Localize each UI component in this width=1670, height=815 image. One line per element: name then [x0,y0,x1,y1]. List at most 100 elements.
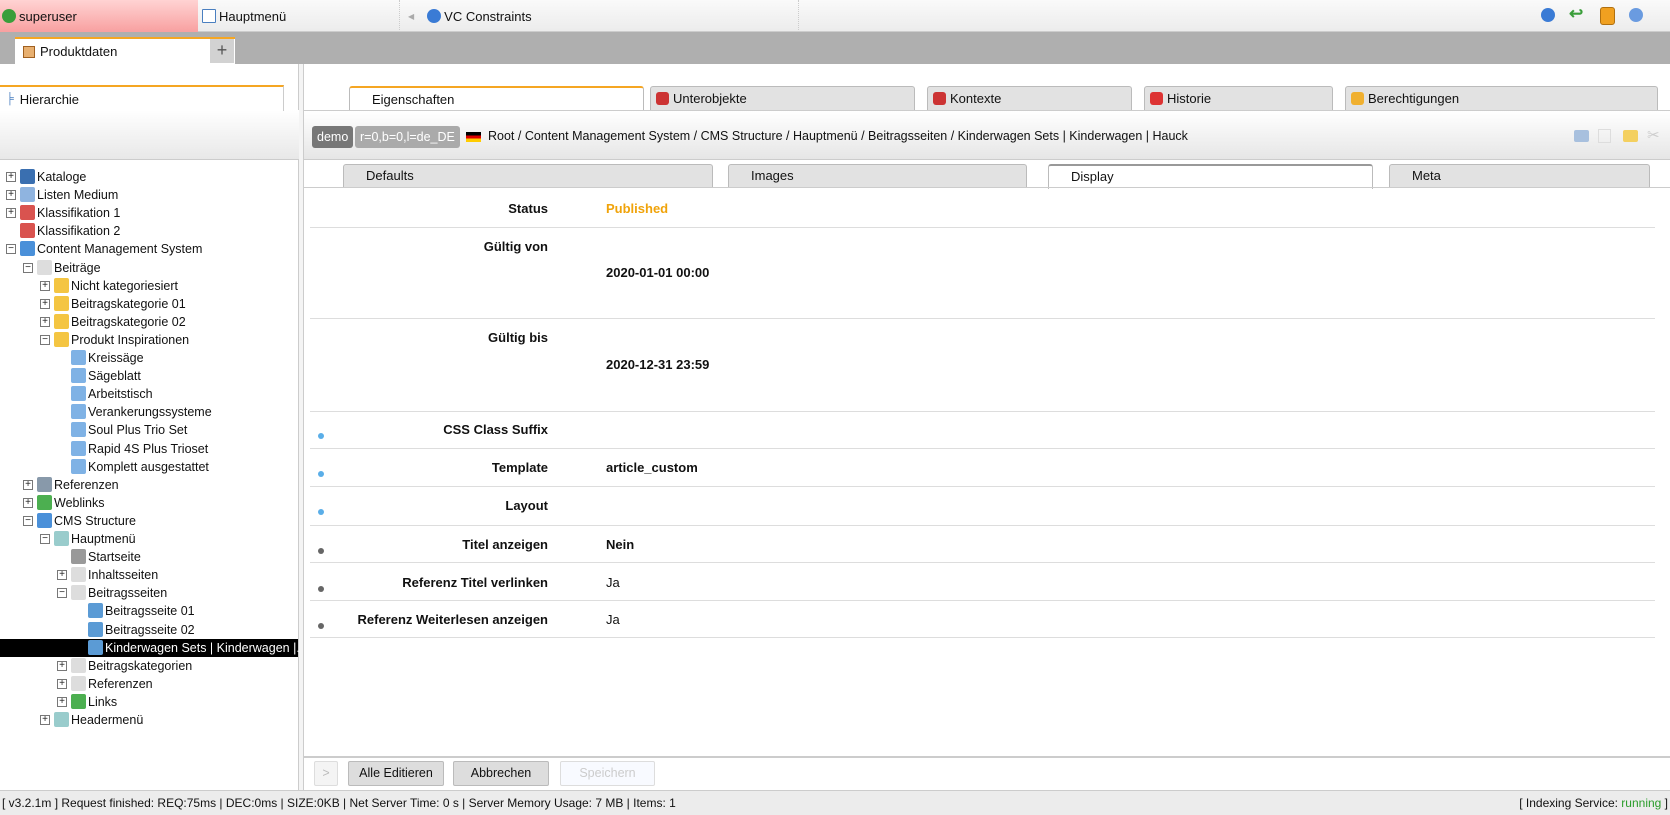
expand-icon[interactable]: + [40,316,50,327]
tab-label: Historie [1167,91,1212,106]
tab-historie[interactable]: Historie [1144,86,1333,110]
tree-item[interactable]: + Referenzen [0,675,298,693]
tree-item-label: Soul Plus Trio Set [88,423,188,438]
tree-item[interactable]: Startseite [0,548,298,566]
expand-icon[interactable]: + [57,696,67,707]
vc-constraints[interactable]: ◀ VC Constraints [399,0,799,32]
add-folder-icon[interactable] [1623,130,1638,142]
tab-produktdaten[interactable]: Produktdaten [15,37,235,64]
hierarchy-label: Hierarchie [19,91,80,107]
tree-item[interactable]: Sägeblatt [0,367,298,385]
tree-item[interactable]: + Listen Medium [0,186,298,204]
field-row: Status Published [310,188,1655,228]
expand-icon[interactable]: + [6,172,16,182]
tree-item[interactable]: − Content Management System [0,240,298,258]
tree-item[interactable]: + Kataloge [0,168,298,186]
cut-icon[interactable]: ✂ [1647,126,1660,144]
tree-item[interactable]: + Klassifikation 1 [0,204,298,222]
tree-item-label: Arbeitstisch [88,387,153,402]
expand-icon[interactable]: + [40,715,50,725]
collapse-icon[interactable]: − [40,334,50,345]
tab-hierarchie[interactable]: ╞ Hierarchie [0,85,284,111]
expand-icon[interactable]: + [23,497,33,508]
field-value: 2020-01-01 00:00 [606,265,710,280]
info-icon[interactable] [1629,8,1643,22]
indexing-label: [ Indexing Service: [1519,796,1622,810]
panel-splitter[interactable] [299,64,304,790]
folder-icon [54,295,69,311]
next-button[interactable]: > [314,761,338,786]
subtab-meta[interactable]: Meta [1389,164,1650,188]
page-icon [71,675,86,691]
tree-item[interactable]: + Beitragskategorie 02 [0,313,298,331]
expand-icon[interactable]: + [57,570,67,581]
add-tab-button[interactable]: + [210,39,234,63]
save-button[interactable]: Speichern [560,761,655,786]
user-menu[interactable]: superuser [0,0,198,32]
edit-all-button[interactable]: Alle Editieren [348,761,444,786]
collapse-icon[interactable]: − [57,588,67,599]
tree-item[interactable]: − Beitragsseiten [0,584,298,602]
tree-item[interactable]: + Weblinks [0,494,298,512]
tree-item[interactable]: Kreissäge [0,349,298,367]
context-badge: r=0,b=0,l=de_DE [355,126,460,148]
tree-item[interactable]: Kinderwagen Sets | Kinderwagen |... [0,638,307,657]
copy-icon[interactable] [1598,129,1611,143]
tree-item[interactable]: + Headermenü [0,711,298,729]
tree-item[interactable]: Beitragsseite 02 [0,621,298,639]
add-keyboard-icon[interactable] [1574,130,1589,142]
tree-item[interactable]: − CMS Structure [0,512,298,530]
subtab-display[interactable]: Display [1048,164,1373,189]
tab-kontexte[interactable]: Kontexte [927,86,1132,110]
workspace-tab-bar [0,32,1670,64]
tree-item-label: Kinderwagen Sets | Kinderwagen |... [105,640,307,655]
tree-item[interactable]: Beitragsseite 01 [0,602,298,620]
tree-item[interactable]: + Nicht kategoriesiert [0,277,298,295]
expand-icon[interactable]: + [23,479,33,490]
tree-item[interactable]: − Beiträge [0,259,298,277]
tree-item[interactable]: − Hauptmenü [0,530,298,548]
tree-item[interactable]: + Referenzen [0,476,298,494]
window-icon [202,9,216,23]
tree-item-label: Beitragskategorien [88,658,193,673]
tree-item-label: Beiträge [54,260,101,275]
collapse-icon[interactable]: − [23,515,33,526]
tab-eigenschaften[interactable]: Eigenschaften [349,86,644,111]
cancel-button[interactable]: Abbrechen [453,761,549,786]
tab-berechtigungen[interactable]: Berechtigungen [1345,86,1658,110]
tree-item[interactable]: Klassifikation 2 [0,222,298,240]
tree-item[interactable]: Rapid 4S Plus Trioset [0,440,298,458]
tree-item[interactable]: Arbeitstisch [0,385,298,403]
tree-item[interactable]: − Produkt Inspirationen [0,331,298,349]
expand-icon[interactable]: + [57,678,67,689]
scroll-left-icon[interactable]: ◀ [408,12,414,21]
expand-icon[interactable]: + [40,298,50,309]
tree-item[interactable]: Soul Plus Trio Set [0,421,298,439]
page-icon [71,567,86,583]
field-indicator-icon [318,471,324,477]
collapse-icon[interactable]: − [40,534,50,544]
collapse-icon[interactable]: − [23,262,33,273]
field-row: Gültig von 2020-01-01 00:00 [310,228,1655,319]
tree-item[interactable]: Verankerungssysteme [0,403,298,421]
expand-icon[interactable]: + [6,208,16,219]
tab-unterobjekte[interactable]: Unterobjekte [650,86,915,110]
tree-item[interactable]: + Beitragskategorien [0,657,298,675]
expand-icon[interactable]: + [40,280,50,291]
article-icon [71,458,86,474]
undo-icon[interactable]: ↩ [1569,4,1583,24]
help-icon[interactable] [1541,8,1555,22]
expand-icon[interactable]: + [57,660,67,671]
tree-item[interactable]: + Inhaltsseiten [0,566,298,584]
main-menu-button[interactable]: Hauptmenü [202,0,286,32]
subtab-defaults[interactable]: Defaults [343,164,713,188]
collapse-icon[interactable]: − [6,244,16,255]
clipboard-icon[interactable] [1600,7,1615,25]
tree-item[interactable]: + Links [0,693,298,711]
article-icon [88,621,103,637]
expand-icon[interactable]: + [6,190,16,201]
tree-item[interactable]: Komplett ausgestattet [0,458,298,476]
page-icon [71,585,86,601]
subtab-images[interactable]: Images [728,164,1027,188]
tree-item[interactable]: + Beitragskategorie 01 [0,295,298,313]
